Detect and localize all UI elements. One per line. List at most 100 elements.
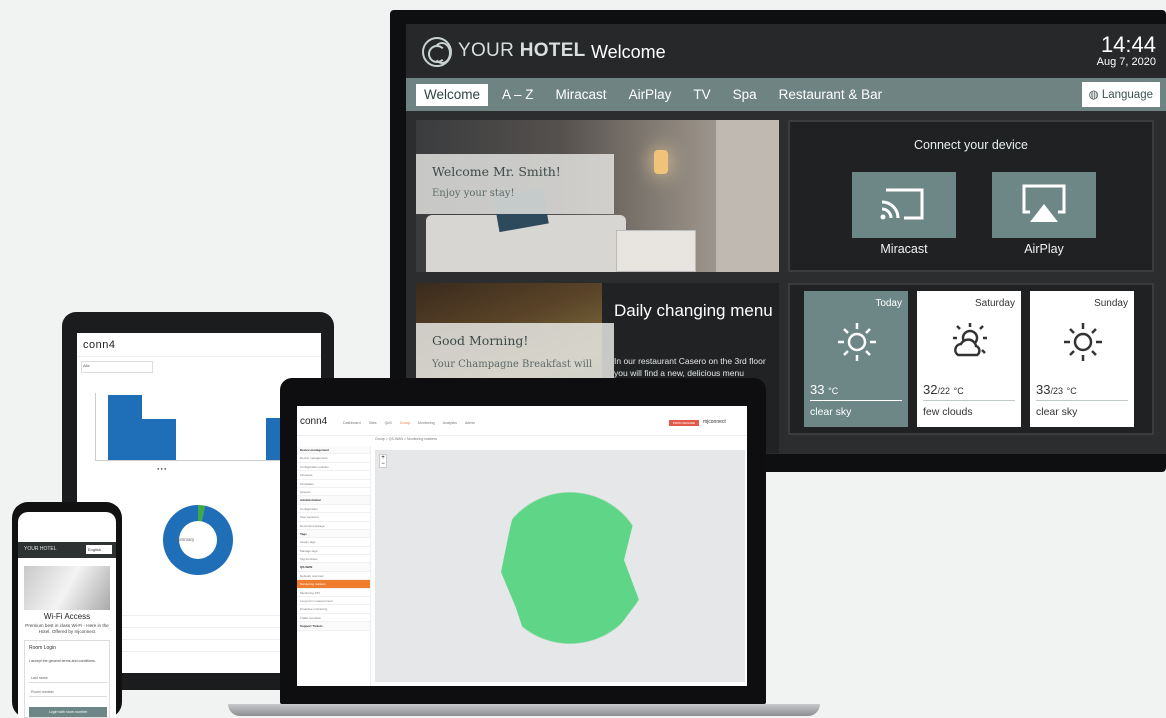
donut-label: Summary xyxy=(175,537,195,542)
sidebar-item[interactable]: Assign tags xyxy=(297,538,370,547)
airplay-icon xyxy=(1022,184,1066,222)
brand-logo: mjconnect xyxy=(703,419,726,425)
sidebar-item[interactable]: Manage tags xyxy=(297,547,370,556)
sidebar-item[interactable]: Support Tickets xyxy=(297,622,370,631)
weather-day: Sunday xyxy=(1094,298,1128,309)
weather-temp: 32/22 °C xyxy=(923,382,964,397)
tablet-donut-chart xyxy=(163,505,233,575)
menu-monitoring[interactable]: Monitoring xyxy=(418,421,435,425)
weather-panel: Today 33 °C clear sky Saturday 32/22 °C … xyxy=(788,283,1154,435)
clock-time: 14:44 xyxy=(1100,32,1156,57)
sidebar-item[interactable]: Queues xyxy=(297,488,370,497)
language-button[interactable]: ◍ Language xyxy=(1081,82,1160,107)
login-button[interactable]: Login with room number xyxy=(29,707,107,717)
sidebar-item[interactable]: Monitoring markers xyxy=(297,580,370,589)
clock: 14:44 Aug 7, 2020 xyxy=(1096,32,1156,69)
connect-device-panel: Connect your device Miracast AirPlay xyxy=(788,120,1154,272)
sidebar-item[interactable]: Firmware xyxy=(297,471,370,480)
morning-subtext: Your Champagne Breakfast will xyxy=(432,359,593,370)
weather-temp: 33 °C xyxy=(810,382,839,397)
menu-sites[interactable]: Sites xyxy=(369,421,377,425)
room-login-form: Room Login I accept the general terms an… xyxy=(24,640,110,718)
tablet-logo: conn4 xyxy=(83,339,116,351)
menu-dashboard[interactable]: Dashboard xyxy=(343,421,361,425)
menu-qos[interactable]: QoS xyxy=(385,421,392,425)
weather-card-sunday[interactable]: Sunday 33/23 °C clear sky xyxy=(1030,291,1134,427)
laptop-screen: conn4 Dashboard Sites QoS Group Monitori… xyxy=(297,406,747,686)
sidebar-item[interactable]: Configuration policies xyxy=(297,463,370,472)
weather-day: Saturday xyxy=(974,298,1015,309)
sidebar-item[interactable]: Traffic overview xyxy=(297,614,370,623)
welcome-overlay: Welcome Mr. Smith! Enjoy your stay! xyxy=(416,154,614,214)
room-login-label: Room Login xyxy=(29,645,56,651)
tablet-topbar xyxy=(77,351,321,357)
phone-hero-image xyxy=(24,566,110,610)
menu-analytics[interactable]: Analytics xyxy=(443,421,457,425)
tab-miracast[interactable]: Miracast xyxy=(548,84,615,106)
room-image-nightstand xyxy=(616,230,696,272)
daily-menu-text: In our restaurant Casero on the 3rd floo… xyxy=(614,356,766,378)
sun-cloud-icon xyxy=(953,323,987,357)
germany-map[interactable]: + − xyxy=(375,450,745,682)
chart-bar xyxy=(108,395,142,460)
tab-restaurant-bar[interactable]: Restaurant & Bar xyxy=(771,84,891,106)
env-badge: PROD README xyxy=(669,420,699,426)
hotel-logo: YOUR HOTEL xyxy=(458,40,586,61)
laptop-sidebar: Device management Device management Config… xyxy=(297,446,371,686)
wifi-description: Premium best in class Wi-Fi - Here in th… xyxy=(25,623,109,634)
sidebar-item[interactable]: Network overview xyxy=(297,572,370,581)
germany-region xyxy=(501,468,639,668)
tab-spa[interactable]: Spa xyxy=(725,84,765,106)
tab-tv[interactable]: TV xyxy=(685,84,718,106)
menu-group[interactable]: Group xyxy=(400,421,410,425)
sidebar-item[interactable]: Document storage xyxy=(297,522,370,530)
weather-card-saturday[interactable]: Saturday 32/22 °C few clouds xyxy=(917,291,1021,427)
tab-a-z[interactable]: A – Z xyxy=(494,84,542,106)
sidebar-item[interactable]: Tag functions xyxy=(297,555,370,564)
tab-airplay[interactable]: AirPlay xyxy=(621,84,680,106)
sidebar-item[interactable]: Proactive monitoring xyxy=(297,605,370,614)
weather-card-today[interactable]: Today 33 °C clear sky xyxy=(804,291,908,427)
miracast-label: Miracast xyxy=(880,242,928,256)
laptop-logo: conn4 xyxy=(300,416,328,427)
weather-condition: clear sky xyxy=(1036,406,1078,418)
sun-icon xyxy=(838,323,876,361)
sidebar-item[interactable]: Administration xyxy=(297,496,370,505)
sidebar-item[interactable]: User sessions xyxy=(297,513,370,522)
phone-language-select[interactable]: English xyxy=(86,545,112,554)
weather-divider xyxy=(923,400,1015,401)
tablet-chart-legend: ● ● ● xyxy=(157,466,167,471)
welcome-card[interactable]: Welcome Mr. Smith! Enjoy your stay! xyxy=(416,120,779,272)
miracast-button[interactable] xyxy=(852,172,956,238)
sidebar-item[interactable]: Monitoring KPI xyxy=(297,589,370,598)
lastname-field[interactable]: Last name xyxy=(29,673,107,683)
airplay-label: AirPlay xyxy=(1024,242,1064,256)
globe-icon: ◍ xyxy=(1088,89,1099,101)
hotel-logo-icon xyxy=(422,37,452,67)
clock-date: Aug 7, 2020 xyxy=(1096,56,1156,68)
weather-condition: few clouds xyxy=(923,406,973,418)
tab-welcome[interactable]: Welcome xyxy=(416,84,489,106)
wifi-title: Wi-Fi Access xyxy=(43,612,91,621)
sidebar-item[interactable]: QS-WAN xyxy=(297,563,370,572)
laptop-topbar: conn4 Dashboard Sites QoS Group Monitori… xyxy=(297,406,747,436)
room-number-field[interactable]: Room number xyxy=(29,687,107,697)
page-title: Welcome xyxy=(591,42,666,62)
zoom-control[interactable]: + − xyxy=(379,454,387,468)
room-image-panel xyxy=(716,120,779,272)
daily-menu-title: Daily changing menu xyxy=(614,301,773,320)
terms-checkbox[interactable]: I accept the general terms and condition… xyxy=(29,659,107,664)
weather-condition: clear sky xyxy=(810,406,852,418)
weather-divider xyxy=(1036,400,1128,401)
sidebar-item[interactable]: Long term measurement xyxy=(297,597,370,606)
sidebar-item[interactable]: Device management xyxy=(297,446,370,455)
weather-temp: 33/23 °C xyxy=(1036,382,1077,397)
sidebar-item[interactable]: Templates xyxy=(297,480,370,488)
phone-logo: YOUR HOTEL xyxy=(24,546,57,552)
sidebar-item[interactable]: Configuration xyxy=(297,505,370,514)
sidebar-item[interactable]: Device management xyxy=(297,454,370,463)
menu-admin[interactable]: Admin xyxy=(465,421,475,425)
airplay-button[interactable] xyxy=(992,172,1096,238)
sidebar-item[interactable]: Tags xyxy=(297,529,370,539)
tablet-select[interactable]: Alle xyxy=(81,361,153,373)
